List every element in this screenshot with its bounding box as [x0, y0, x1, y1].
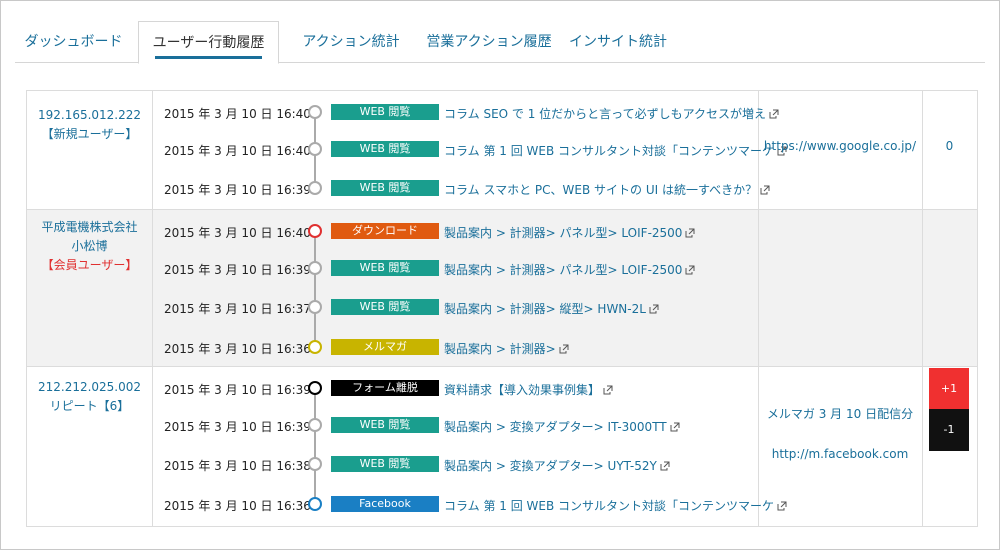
external-link-icon [559, 344, 569, 354]
action-badge: フォーム離脱 [331, 380, 439, 396]
page-link-text: コラム 第 1 回 WEB コンサルタント対談「コンテンツマーケ [444, 499, 775, 513]
event-row: 2015 年 3 月 10 日 16:37 WEB 閲覧 製品案内 > 計測器> 縦… [27, 298, 977, 318]
page-link-text: 製品案内 > 計測器> パネル型> LOIF-2500 [444, 263, 683, 277]
external-link-icon [660, 461, 670, 471]
page-link-text: 製品案内 > 変換アダプター> UYT-52Y [444, 459, 657, 473]
page-link[interactable]: 製品案内 > 計測器> パネル型> LOIF-2500 [444, 261, 695, 278]
tab-user-history[interactable]: ユーザー行動履歴 [138, 21, 279, 64]
event-datetime: 2015 年 3 月 10 日 16:36 [164, 342, 311, 356]
history-table: 192.165.012.222 【新規ユーザー】 2015 年 3 月 10 日 1… [26, 90, 978, 527]
timeline-dot [308, 105, 322, 119]
page-link[interactable]: 資料請求【導入効果事例集】 [444, 381, 613, 398]
action-badge: WEB 閲覧 [331, 104, 439, 120]
referrer[interactable]: http://m.facebook.com [758, 447, 922, 461]
tab-sales-history[interactable]: 営業アクション履歴 [419, 21, 559, 63]
tab-dashboard[interactable]: ダッシュボード [15, 21, 132, 63]
action-badge: WEB 閲覧 [331, 180, 439, 196]
page-link[interactable]: コラム 第 1 回 WEB コンサルタント対談「コンテンツマーケ [444, 142, 787, 159]
page-link[interactable]: コラム スマホと PC、WEB サイトの UI は統一すべきか？ [444, 181, 770, 198]
page-link[interactable]: 製品案内 > 変換アダプター> UYT-52Y [444, 457, 670, 474]
page-link-text: コラム SEO で 1 位だからと言って必ずしもアクセスが増え [444, 107, 766, 121]
timeline-dot [308, 418, 322, 432]
event-datetime: 2015 年 3 月 10 日 16:38 [164, 459, 311, 473]
referrer[interactable]: https://www.google.co.jp/ [758, 139, 922, 153]
tab-label: インサイト統計 [569, 34, 667, 50]
event-datetime: 2015 年 3 月 10 日 16:39 [164, 420, 311, 434]
external-link-icon [649, 304, 659, 314]
event-datetime: 2015 年 3 月 10 日 16:39 [164, 183, 311, 197]
event-row: 2015 年 3 月 10 日 16:36 Facebook コラム 第 1 回 W… [27, 495, 977, 515]
external-link-icon [670, 422, 680, 432]
page-link[interactable]: コラム 第 1 回 WEB コンサルタント対談「コンテンツマーケ [444, 497, 787, 514]
timeline-dot [308, 300, 322, 314]
event-datetime: 2015 年 3 月 10 日 16:39 [164, 263, 311, 277]
event-row: 2015 年 3 月 10 日 16:40 WEB 閲覧 コラム SEO で 1 位… [27, 103, 977, 123]
event-datetime: 2015 年 3 月 10 日 16:36 [164, 499, 311, 513]
event-datetime: 2015 年 3 月 10 日 16:40 [164, 144, 311, 158]
timeline-dot [308, 497, 322, 511]
action-badge: メルマガ [331, 339, 439, 355]
event-row: 2015 年 3 月 10 日 16:40 ダウンロード 製品案内 > 計測器> パ… [27, 222, 977, 242]
action-badge: WEB 閲覧 [331, 456, 439, 472]
timeline-dot [308, 261, 322, 275]
tab-bar: ダッシュボード ユーザー行動履歴 アクション統計 営業アクション履歴 インサイト… [15, 21, 985, 64]
app-frame: ダッシュボード ユーザー行動履歴 アクション統計 営業アクション履歴 インサイト… [0, 0, 1000, 550]
external-link-icon [760, 185, 770, 195]
page-link[interactable]: 製品案内 > 変換アダプター> IT-3000TT [444, 418, 680, 435]
tab-label: ダッシュボード [24, 34, 123, 50]
action-badge: WEB 閲覧 [331, 260, 439, 276]
event-row: 2015 年 3 月 10 日 16:36 メルマガ 製品案内 > 計測器> [27, 338, 977, 358]
user-group: 平成電機株式会社 小松博 【会員ユーザー】 2015 年 3 月 10 日 16:40… [27, 210, 977, 421]
external-link-icon [685, 228, 695, 238]
user-group: 192.165.012.222 【新規ユーザー】 2015 年 3 月 10 日 1… [27, 91, 977, 210]
tab-label: アクション統計 [302, 34, 400, 50]
event-row: 2015 年 3 月 10 日 16:39 WEB 閲覧 製品案内 > 変換アダプタ… [27, 416, 977, 436]
timeline-line [314, 388, 316, 504]
page-link-text: 製品案内 > 計測器> パネル型> LOIF-2500 [444, 226, 683, 240]
timeline-dot [308, 142, 322, 156]
event-datetime: 2015 年 3 月 10 日 16:39 [164, 383, 311, 397]
page-link[interactable]: 製品案内 > 計測器> 縦型> HWN-2L [444, 300, 659, 317]
event-datetime: 2015 年 3 月 10 日 16:37 [164, 302, 311, 316]
event-row: 2015 年 3 月 10 日 16:39 フォーム離脱 資料請求【導入効果事例集】 [27, 379, 977, 399]
action-badge: ダウンロード [331, 223, 439, 239]
page-link-text: 製品案内 > 変換アダプター> IT-3000TT [444, 420, 667, 434]
page-link[interactable]: 製品案内 > 計測器> [444, 340, 569, 357]
event-datetime: 2015 年 3 月 10 日 16:40 [164, 107, 311, 121]
action-badge: WEB 閲覧 [331, 141, 439, 157]
user-info-line: リピート【6】 [49, 399, 130, 413]
action-badge: WEB 閲覧 [331, 299, 439, 315]
page-link-text: 資料請求【導入効果事例集】 [444, 383, 601, 397]
action-badge: WEB 閲覧 [331, 417, 439, 433]
tab-label: ユーザー行動履歴 [152, 35, 265, 51]
score-badge: -1 [929, 409, 969, 451]
active-tab-underline [155, 56, 262, 59]
tab-insight-stats[interactable]: インサイト統計 [568, 21, 668, 63]
timeline-dot [308, 340, 322, 354]
event-row: 2015 年 3 月 10 日 16:39 WEB 閲覧 製品案内 > 計測器> パ… [27, 259, 977, 279]
page-link-text: 製品案内 > 計測器> [444, 342, 556, 356]
timeline-dot [308, 381, 322, 395]
external-link-icon [777, 501, 787, 511]
page-link[interactable]: 製品案内 > 計測器> パネル型> LOIF-2500 [444, 224, 695, 241]
timeline-dot [308, 224, 322, 238]
page-link-text: コラム スマホと PC、WEB サイトの UI は統一すべきか？ [444, 183, 758, 197]
event-row: 2015 年 3 月 10 日 16:39 WEB 閲覧 コラム スマホと PC、W… [27, 179, 977, 199]
tab-action-stats[interactable]: アクション統計 [296, 21, 406, 63]
timeline-dot [308, 457, 322, 471]
external-link-icon [603, 385, 613, 395]
score-value: 0 [945, 139, 954, 153]
page-link-text: コラム 第 1 回 WEB コンサルタント対談「コンテンツマーケ [444, 144, 775, 158]
page-link[interactable]: コラム SEO で 1 位だからと言って必ずしもアクセスが増え [444, 105, 779, 122]
user-group: 212.212.025.002 リピート【6】 2015 年 3 月 10 日 16… [27, 367, 977, 527]
external-link-icon [769, 109, 779, 119]
timeline-dot [308, 181, 322, 195]
tab-label: 営業アクション履歴 [426, 34, 552, 50]
action-badge: Facebook [331, 496, 439, 512]
external-link-icon [685, 265, 695, 275]
page-link-text: 製品案内 > 計測器> 縦型> HWN-2L [444, 302, 646, 316]
timeline-line [314, 231, 316, 347]
event-datetime: 2015 年 3 月 10 日 16:40 [164, 226, 311, 240]
